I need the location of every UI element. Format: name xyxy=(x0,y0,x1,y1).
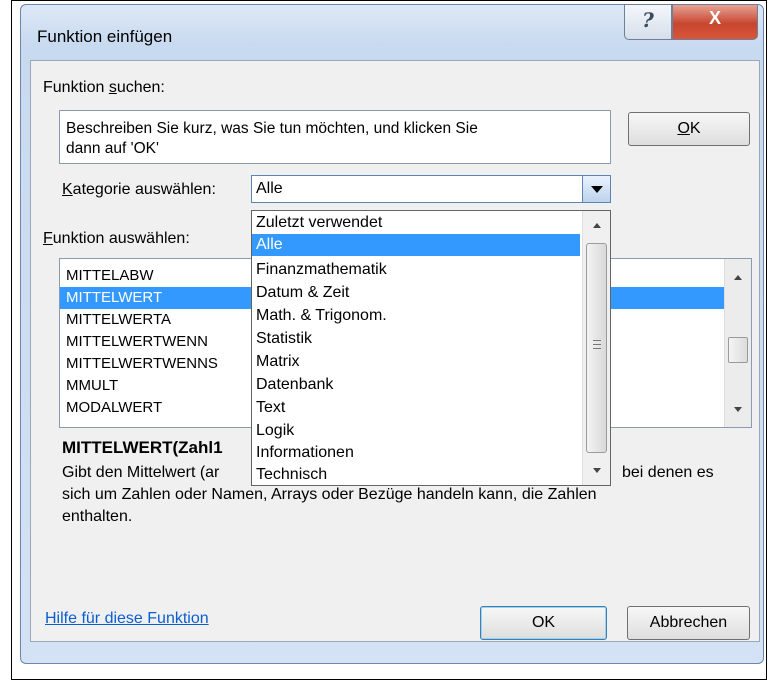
dropdown-item[interactable]: Datum & Zeit xyxy=(256,282,576,304)
ok-button[interactable]: OK xyxy=(480,606,607,640)
search-text-line1: Beschreiben Sie kurz, was Sie tun möchte… xyxy=(66,120,478,137)
help-link[interactable]: Hilfe für diese Funktion xyxy=(45,610,209,628)
scroll-up-icon[interactable] xyxy=(593,223,601,228)
question-mark-icon: ? xyxy=(642,8,654,32)
help-button[interactable]: ? xyxy=(624,4,672,40)
search-input[interactable]: Beschreiben Sie kurz, was Sie tun möchte… xyxy=(59,110,611,164)
function-list-scrollbar[interactable] xyxy=(724,259,751,427)
dropdown-item[interactable]: Matrix xyxy=(256,351,576,373)
dropdown-item[interactable]: Informationen xyxy=(256,442,576,464)
scrollbar-thumb[interactable] xyxy=(728,337,748,363)
dropdown-item-highlighted[interactable]: Alle xyxy=(252,234,580,256)
search-label: Funktion suchen: xyxy=(43,79,165,96)
category-selected-value: Alle xyxy=(256,180,283,197)
cancel-button[interactable]: Abbrechen xyxy=(627,606,750,640)
dropdown-item[interactable]: Zuletzt verwendet xyxy=(256,212,576,234)
function-list-label: Funktion auswählen: xyxy=(43,230,190,247)
scrollbar-thumb[interactable] xyxy=(586,243,607,453)
dropdown-item[interactable]: Logik xyxy=(256,420,576,442)
grip-line xyxy=(593,348,601,349)
dropdown-item[interactable]: Datenbank xyxy=(256,374,576,396)
category-dropdown-list[interactable]: Zuletzt verwendet Alle Finanzmathematik … xyxy=(251,210,611,486)
scroll-down-icon[interactable] xyxy=(734,407,742,412)
desc-line-2: sich um Zahlen oder Namen, Arrays oder B… xyxy=(62,486,597,503)
dropdown-item[interactable]: Math. & Trigonom. xyxy=(256,305,576,327)
grip-line xyxy=(593,344,601,345)
dropdown-item[interactable]: Text xyxy=(256,397,576,419)
dropdown-item[interactable]: Statistik xyxy=(256,328,576,350)
grip-line xyxy=(593,340,601,341)
dropdown-scrollbar[interactable] xyxy=(582,211,610,485)
desc-line-1a: Gibt den Mittelwert (ar xyxy=(62,464,220,481)
desc-line-1b: bei denen es xyxy=(622,464,714,481)
dialog-title: Funktion einfügen xyxy=(37,27,173,46)
scroll-down-icon[interactable] xyxy=(593,468,601,473)
category-label: Kategorie auswählen: xyxy=(62,181,216,198)
dropdown-item[interactable]: Finanzmathematik xyxy=(256,259,576,281)
function-syntax: MITTELWERT(Zahl1 xyxy=(62,438,223,457)
search-text-line2: dann auf 'OK' xyxy=(66,140,159,157)
category-dropdown-arrow[interactable] xyxy=(582,176,610,202)
close-icon: X xyxy=(708,8,721,28)
close-button[interactable]: X xyxy=(672,4,758,40)
search-ok-button[interactable]: OK xyxy=(628,112,750,146)
chevron-down-icon xyxy=(591,186,603,193)
scroll-up-icon[interactable] xyxy=(734,275,742,280)
dropdown-item[interactable]: Technisch xyxy=(256,464,576,485)
category-select[interactable]: Alle xyxy=(251,175,611,203)
desc-line-3: enthalten. xyxy=(62,508,133,525)
